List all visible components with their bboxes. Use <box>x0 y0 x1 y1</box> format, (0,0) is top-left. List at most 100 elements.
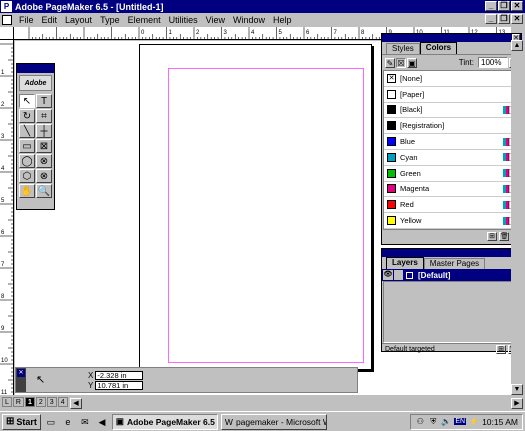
ruler-label: 6 <box>306 30 310 36</box>
polygon-frame-tool[interactable]: ⊗ <box>36 169 52 183</box>
color-row[interactable]: Magenta <box>384 182 519 198</box>
tint-field[interactable]: 100% <box>478 57 508 68</box>
scroll-down-icon[interactable]: ▼ <box>511 384 523 395</box>
desktop-icon[interactable]: ▭ <box>44 415 58 429</box>
ruler-label: 8 <box>1 294 5 300</box>
color-row[interactable]: Cyan <box>384 150 519 166</box>
tab-layers[interactable]: Layers <box>386 257 424 269</box>
menu-type[interactable]: Type <box>96 15 124 25</box>
page-tab-4[interactable]: 4 <box>57 397 68 407</box>
menu-layout[interactable]: Layout <box>61 15 96 25</box>
rectangle-frame-tool[interactable]: ⊠ <box>36 139 52 153</box>
ruler-label: 5 <box>279 30 283 36</box>
lock-slot-icon[interactable] <box>394 270 403 280</box>
new-color-icon[interactable]: ⊞ <box>487 231 497 241</box>
doc-minimize-button[interactable]: _ <box>485 14 497 24</box>
rectangle-tool[interactable]: ▭ <box>19 139 35 153</box>
color-row[interactable]: Blue <box>384 134 519 150</box>
media-icon[interactable]: ◀ <box>95 415 109 429</box>
ruler-label: 0 <box>141 30 145 36</box>
page-tab-2[interactable]: 2 <box>35 397 46 407</box>
toolbox-palette: Adobe ↖ T ↻ ⌗ ╲ ┼ ▭ ⊠ ◯ ⊗ ⬡ ⊗ ✋ 🔍 <box>16 63 55 210</box>
color-row[interactable]: [Black] <box>384 103 519 119</box>
tab-colors[interactable]: Colors <box>419 42 458 54</box>
colors-palette-title-bar[interactable]: ✕ <box>382 34 521 42</box>
page-tab-1[interactable]: 1 <box>24 397 35 407</box>
doc-close-button[interactable]: ✕ <box>511 14 523 24</box>
menu-window[interactable]: Window <box>229 15 269 25</box>
scroll-up-icon[interactable]: ▲ <box>511 40 523 51</box>
color-row[interactable]: Green <box>384 166 519 182</box>
page-tab-right-master[interactable]: R <box>12 397 24 407</box>
color-name: Yellow <box>400 216 422 226</box>
scroll-right-icon[interactable]: ▶ <box>511 398 523 409</box>
page-tab-left-master[interactable]: L <box>2 397 12 407</box>
tab-styles[interactable]: Styles <box>386 43 420 54</box>
menu-edit[interactable]: Edit <box>38 15 62 25</box>
task-pagemaker[interactable]: ▣ Adobe PageMaker 6.5 ... <box>111 413 218 430</box>
menu-help[interactable]: Help <box>269 15 296 25</box>
horizontal-scrollbar[interactable]: ◀ ▶ <box>70 398 523 409</box>
polygon-tool[interactable]: ⬡ <box>19 169 35 183</box>
x-coordinate-field[interactable]: -2.328 in <box>95 371 144 380</box>
close-button[interactable]: ✕ <box>511 1 523 11</box>
y-coordinate-field[interactable]: 10.781 in <box>95 381 144 390</box>
shield-icon[interactable]: ⛨ <box>428 417 438 427</box>
vertical-scrollbar[interactable]: ▲ ▼ <box>511 40 523 395</box>
new-layer-icon[interactable]: ⊞ <box>496 345 506 354</box>
line-tool[interactable]: ╲ <box>19 124 35 138</box>
tab-master-pages[interactable]: Master Pages <box>423 258 486 269</box>
color-swatch <box>387 216 396 226</box>
word-task-icon: W <box>224 416 233 427</box>
start-button[interactable]: ⊞ Start <box>2 413 41 430</box>
network-icon[interactable]: ⚇ <box>415 417 425 427</box>
rotate-tool[interactable]: ↻ <box>19 109 35 123</box>
page-tab-3[interactable]: 3 <box>46 397 57 407</box>
ellipse-frame-tool[interactable]: ⊗ <box>36 154 52 168</box>
both-icon[interactable]: ▣ <box>407 57 417 68</box>
color-row[interactable]: ✕ [None] <box>384 71 519 87</box>
power-icon[interactable]: ⚡ <box>469 417 479 427</box>
ellipse-tool[interactable]: ◯ <box>19 154 35 168</box>
stroke-icon[interactable]: ✎ <box>385 57 395 68</box>
color-row[interactable]: Red <box>384 197 519 214</box>
minimize-button[interactable]: _ <box>485 1 497 11</box>
menu-view[interactable]: View <box>202 15 229 25</box>
control-palette-close-icon[interactable]: ✕ <box>17 369 25 377</box>
vertical-ruler[interactable]: 1 2 3 4 5 6 7 8 9 10 11 <box>0 40 14 396</box>
color-row[interactable]: [Paper] <box>384 87 519 103</box>
zoom-tool[interactable]: 🔍 <box>36 184 52 198</box>
internet-explorer-icon[interactable]: e <box>61 415 75 429</box>
constrained-line-tool[interactable]: ┼ <box>36 124 52 138</box>
ruler-origin[interactable] <box>0 27 14 40</box>
x-label: X <box>88 371 94 380</box>
scroll-left-icon[interactable]: ◀ <box>70 398 82 409</box>
toolbox-title-bar[interactable] <box>17 64 54 73</box>
pagemaker-app-icon[interactable]: P <box>1 1 12 12</box>
menu-element[interactable]: Element <box>124 15 165 25</box>
language-indicator[interactable]: EN <box>454 418 467 425</box>
menu-file[interactable]: File <box>15 15 38 25</box>
layer-row[interactable]: 👁 [Default] ✎ <box>382 269 521 281</box>
color-name: Red <box>400 200 414 210</box>
trash-icon[interactable]: 🗑 <box>499 231 509 241</box>
restore-button[interactable]: ❐ <box>498 1 510 11</box>
ruler-label: 1 <box>169 30 173 36</box>
hand-tool[interactable]: ✋ <box>19 184 35 198</box>
fill-icon[interactable]: ☒ <box>396 57 406 68</box>
eye-icon[interactable]: 👁 <box>383 270 393 280</box>
ruler-label: 3 <box>1 134 5 140</box>
doc-restore-button[interactable]: ❐ <box>498 14 510 24</box>
text-tool[interactable]: T <box>36 94 52 108</box>
crop-tool[interactable]: ⌗ <box>36 109 52 123</box>
outlook-icon[interactable]: ✉ <box>78 415 92 429</box>
color-row[interactable]: Yellow <box>384 213 519 229</box>
color-row[interactable]: [Registration] <box>384 118 519 135</box>
task-word[interactable]: W pagemaker - Microsoft Word <box>220 413 327 430</box>
pointer-proxy-icon[interactable]: ↖ <box>36 373 45 386</box>
menu-utilities[interactable]: Utilities <box>165 15 202 25</box>
layers-palette-title-bar[interactable]: ✕ <box>382 249 521 257</box>
pointer-tool[interactable]: ↖ <box>19 94 35 108</box>
document-icon[interactable] <box>2 15 12 25</box>
volume-icon[interactable]: 🔈 <box>441 417 451 427</box>
